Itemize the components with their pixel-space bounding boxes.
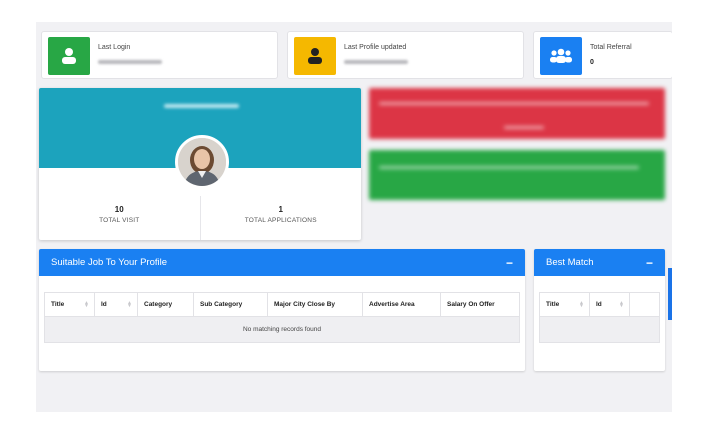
suitable-jobs-table: Title ▲ ▼ Id ▲ ▼ Category Sub Category Major…	[44, 292, 520, 343]
column-header[interactable]	[629, 292, 660, 317]
collapse-icon[interactable]: −	[646, 257, 653, 269]
referral-value: 0	[590, 59, 594, 66]
referral-label: Total Referral	[590, 44, 632, 51]
avatar[interactable]	[175, 135, 229, 189]
profile-card: 10 TOTAL VISIT 1 TOTAL APPLICATIONS	[39, 88, 361, 240]
best-match-panel: Best Match − Title ▲ ▼ Id ▲ ▼	[534, 249, 665, 371]
green-alert-banner	[369, 150, 665, 200]
column-header[interactable]: Id ▲ ▼	[94, 292, 138, 317]
last-login-card: Last Login	[41, 31, 278, 79]
column-header[interactable]: Sub Category	[193, 292, 268, 317]
table-row	[539, 316, 660, 343]
sort-icon: ▲ ▼	[127, 300, 132, 309]
suitable-jobs-panel: Suitable Job To Your Profile − Title ▲ ▼ I…	[39, 249, 525, 371]
user-icon	[48, 37, 90, 75]
total-applications-label: TOTAL APPLICATIONS	[244, 217, 317, 224]
column-header[interactable]: Title ▲ ▼	[539, 292, 590, 317]
suitable-jobs-header: Suitable Job To Your Profile −	[39, 249, 525, 276]
dashboard: Last Login Last Profile updated Total Re…	[36, 22, 672, 412]
column-header[interactable]: Category	[137, 292, 194, 317]
best-match-header: Best Match −	[534, 249, 665, 276]
empty-message: No matching records found	[44, 316, 520, 343]
red-alert-banner	[369, 88, 665, 139]
suitable-jobs-title: Suitable Job To Your Profile	[51, 257, 168, 268]
referral-card: Total Referral 0	[533, 31, 672, 79]
column-header[interactable]: Title ▲ ▼	[44, 292, 95, 317]
column-header[interactable]: Major City Close By	[267, 292, 363, 317]
total-applications-stat: 1 TOTAL APPLICATIONS	[199, 196, 362, 240]
table-row: No matching records found	[44, 316, 520, 343]
column-header[interactable]: Salary On Offer	[440, 292, 520, 317]
side-scroll-indicator[interactable]	[668, 268, 672, 320]
best-match-table: Title ▲ ▼ Id ▲ ▼	[539, 292, 660, 343]
sort-icon: ▲ ▼	[84, 300, 89, 309]
total-applications-value: 1	[278, 205, 283, 214]
last-profile-card: Last Profile updated	[287, 31, 524, 79]
total-visit-stat: 10 TOTAL VISIT	[39, 196, 200, 240]
last-login-value	[98, 60, 162, 64]
user-icon	[294, 37, 336, 75]
sort-icon: ▲ ▼	[619, 300, 624, 309]
best-match-title: Best Match	[546, 257, 594, 268]
last-login-label: Last Login	[98, 44, 131, 51]
total-visit-label: TOTAL VISIT	[99, 217, 140, 224]
column-header[interactable]: Advertise Area	[362, 292, 441, 317]
sort-icon: ▲ ▼	[579, 300, 584, 309]
empty-row	[539, 316, 660, 343]
column-header[interactable]: Id ▲ ▼	[589, 292, 630, 317]
last-profile-value	[344, 60, 408, 64]
users-icon	[540, 37, 582, 75]
profile-stats: 10 TOTAL VISIT 1 TOTAL APPLICATIONS	[39, 196, 361, 240]
last-profile-label: Last Profile updated	[344, 44, 407, 51]
total-visit-value: 10	[114, 205, 124, 214]
collapse-icon[interactable]: −	[506, 257, 513, 269]
profile-name	[164, 104, 239, 108]
